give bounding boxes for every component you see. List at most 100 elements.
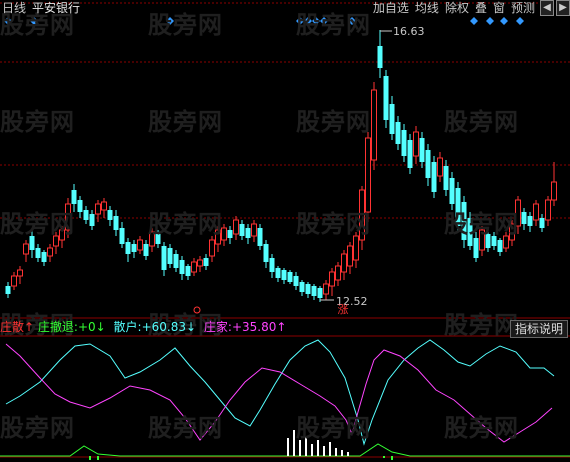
candle: [167, 244, 173, 268]
candle: [23, 240, 29, 262]
watermark: 股旁网: [296, 414, 371, 442]
candle-body: [413, 131, 419, 157]
candle: [425, 144, 431, 186]
candle: [119, 222, 125, 248]
candle: [11, 272, 17, 290]
candle-body: [335, 265, 341, 281]
candle-body: [101, 201, 107, 211]
overlay-button[interactable]: 叠: [472, 0, 490, 16]
scroll-right-icon[interactable]: ▶: [556, 0, 570, 16]
candle-body: [185, 266, 191, 276]
candle: [371, 82, 377, 170]
candle: [197, 256, 203, 272]
candle-body: [113, 216, 119, 230]
candle-body: [197, 259, 203, 267]
candle: [281, 268, 287, 284]
candle: [245, 224, 251, 244]
candle: [113, 210, 119, 236]
candle-body: [257, 228, 263, 246]
candle: [521, 208, 527, 230]
dealer-value: +35.80: [231, 320, 277, 334]
candle-body: [161, 246, 167, 270]
chart-mode-label[interactable]: 日线: [2, 1, 26, 15]
candle: [431, 156, 437, 198]
candle-body: [143, 244, 149, 256]
candle: [527, 212, 533, 232]
window-button[interactable]: 窗: [490, 0, 508, 16]
candle: [539, 214, 545, 232]
candle-body: [389, 104, 395, 134]
candle-body: [425, 150, 431, 178]
candle: [389, 96, 395, 140]
candle-body: [5, 286, 11, 294]
candle: [341, 250, 347, 280]
candle-body: [371, 89, 377, 161]
dealer-label: 庄家:: [203, 320, 232, 334]
candle-body: [323, 283, 329, 295]
candle: [143, 240, 149, 260]
scroll-left-icon[interactable]: ◀: [540, 0, 554, 16]
candle: [413, 126, 419, 164]
candlestick-series: [5, 30, 557, 302]
candle: [257, 224, 263, 250]
candle-body: [275, 268, 281, 278]
candle-body: [11, 275, 17, 287]
candle-body: [137, 239, 143, 251]
retreat-line: [0, 443, 570, 457]
candle-body: [119, 228, 125, 244]
candle-body: [269, 258, 275, 272]
high-price-label: 16.63: [393, 25, 425, 38]
indicator-name[interactable]: 庄散: [0, 320, 24, 334]
candle: [227, 226, 233, 244]
candle-body: [95, 203, 101, 215]
candle-body: [347, 245, 353, 267]
candle: [17, 266, 23, 284]
candle-body: [419, 138, 425, 162]
candle-body: [497, 240, 503, 252]
candle: [419, 132, 425, 168]
candle-body: [407, 140, 413, 168]
candle-body: [35, 248, 41, 258]
candle-body: [179, 260, 185, 274]
candle-body: [311, 286, 317, 296]
candle-body: [293, 276, 299, 286]
indicator-legend: 庄散↑ 庄撤退:+0↓ 散户:+60.83↓ 庄家:+35.80↑: [0, 320, 286, 334]
candle-body: [263, 244, 269, 262]
candle-body: [443, 166, 449, 190]
candle-body: [23, 243, 29, 255]
candle-body: [395, 122, 401, 144]
candle: [305, 282, 311, 298]
moving-average-button[interactable]: 均线: [412, 0, 442, 16]
candle-body: [47, 247, 53, 257]
rise-badge-icon: 涨: [337, 303, 349, 316]
indicator-help-button[interactable]: 指标说明: [509, 320, 568, 338]
watermark: 股旁网: [444, 414, 519, 442]
signal-diamond-icon: [500, 17, 508, 25]
candle: [407, 134, 413, 174]
watermark: 股旁网: [148, 108, 223, 136]
candle-body: [317, 288, 323, 298]
retail-value: +60.83: [141, 320, 187, 334]
candle: [191, 258, 197, 276]
candle: [185, 264, 191, 280]
candle: [131, 240, 137, 258]
candle-body: [173, 254, 179, 268]
add-watchlist-button[interactable]: 加自选: [370, 0, 412, 16]
candle-body: [281, 270, 287, 280]
candle-body: [473, 238, 479, 258]
signal-diamond-icon: [516, 17, 524, 25]
candle-body: [209, 239, 215, 257]
candle-body: [167, 248, 173, 264]
ex-rights-button[interactable]: 除权: [442, 0, 472, 16]
watermark: 股旁网: [148, 414, 223, 442]
forecast-button[interactable]: 预测: [508, 0, 538, 16]
candle: [329, 268, 335, 296]
candle: [179, 256, 185, 280]
watermark: 股旁网: [0, 210, 75, 238]
retail-label: 散户:: [113, 320, 142, 334]
candle-body: [107, 210, 113, 220]
candle: [107, 206, 113, 226]
candle-body: [431, 162, 437, 192]
candle-body: [203, 258, 209, 266]
watermark: 股旁网: [296, 11, 371, 39]
